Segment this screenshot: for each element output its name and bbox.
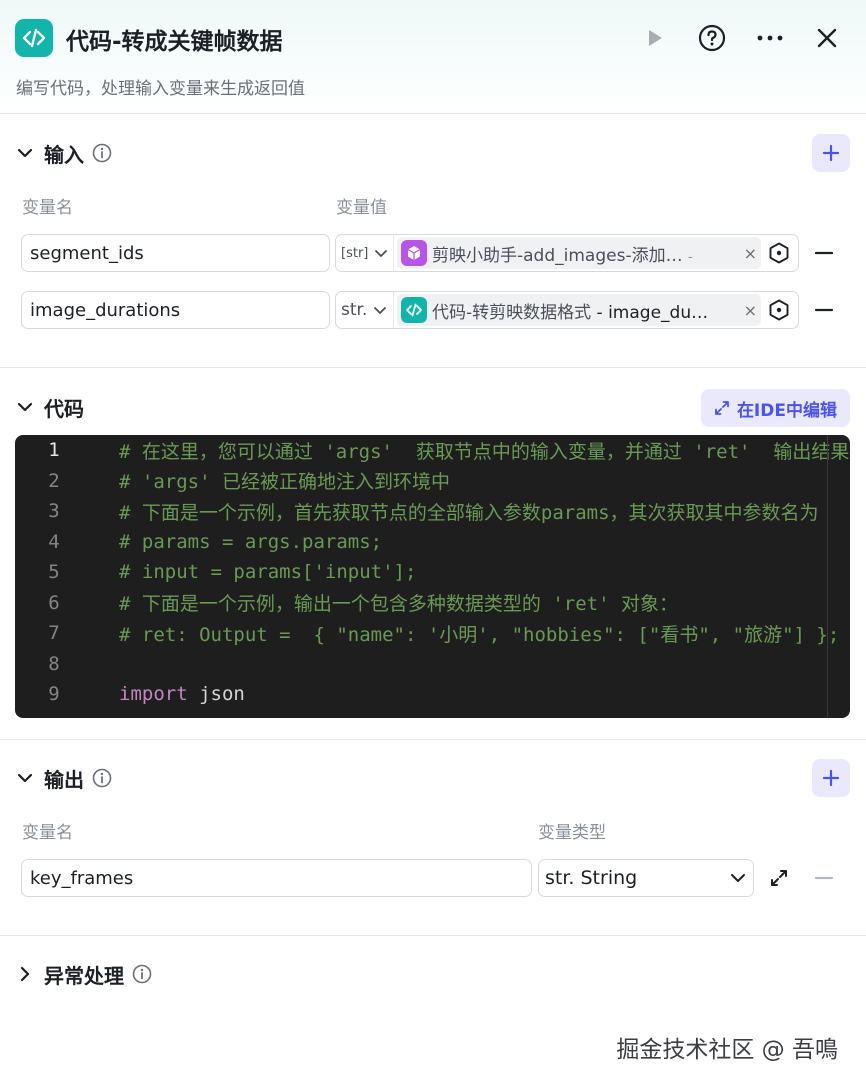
info-icon[interactable] [132,964,152,984]
ref-variable-name: - [687,249,693,265]
code-line: 1 # 在这里，您可以通过 'args' 获取节点中的输入变量，并通过 'ret'… [15,435,850,466]
code-section-title: 代码 [44,396,84,421]
error-handling-header[interactable]: 异常处理 [16,956,152,992]
chevron-right-icon[interactable] [16,965,34,983]
edit-in-ide-label: 在IDE中编辑 [736,400,837,421]
variable-name-input[interactable]: segment_ids [21,234,330,272]
col-label-type: 变量类型 [538,823,606,843]
run-icon[interactable] [638,21,672,55]
chevron-down-icon [729,869,747,887]
col-label-value: 变量值 [336,198,387,218]
col-label-name: 变量名 [22,198,73,218]
node-description[interactable]: 编写代码，处理输入变量来生成返回值 [16,74,305,99]
code-text: # ret: Output = { "name": '小明', "hobbies… [119,623,840,646]
chevron-down-icon [374,246,388,260]
watermark: 掘金技术社区 @ 吾鳴 [616,1037,838,1063]
chevron-down-icon [373,303,387,317]
ref-variable-name: - image_du… [596,302,709,323]
type-select[interactable]: str. [336,292,394,328]
code-text: json [187,683,245,706]
ref-node-name: 代码-转剪映数据格式 [432,302,592,323]
add-output-button[interactable] [812,759,850,797]
code-line: 2 # 'args' 已经被正确地注入到环境中 [15,466,850,497]
variable-setting-icon[interactable] [767,241,791,265]
variable-reference-tag[interactable]: 代码-转剪映数据格式 - image_du… × [397,294,761,326]
code-node-icon [15,19,53,57]
line-number: 4 [48,530,60,553]
output-section-title: 输出 [44,767,84,792]
chevron-down-icon[interactable] [16,398,34,416]
input-section-title: 输入 [44,142,84,167]
code-line: 5 # input = params['input']; [15,557,850,588]
line-number: 7 [48,622,60,645]
remove-output-button[interactable] [811,865,837,891]
line-number: 9 [48,683,60,706]
code-text: # 'args' 已经被正确地注入到环境中 [119,471,450,494]
line-number: 5 [48,561,60,584]
remove-reference-icon[interactable]: × [744,301,757,320]
variable-reference-tag[interactable]: 剪映小助手-add_images-添加… - × [397,237,761,269]
node-title[interactable]: 代码-转成关键帧数据 [66,22,283,56]
code-line: 3 # 下面是一个示例，首先获取节点的全部输入参数params，其次获取其中参数名… [15,496,850,527]
help-icon[interactable] [695,21,729,55]
code-text: # 下面是一个示例，首先获取节点的全部输入参数params，其次获取其中参数名为 [119,501,819,524]
info-icon[interactable] [92,768,112,788]
node-header: 代码-转成关键帧数据 编写代码，处理输入变量来生成返回值 [0,0,866,114]
code-text: # 下面是一个示例，输出一个包含多种数据类型的 'ret' 对象： [119,593,678,616]
code-text: # params = args.params; [119,530,383,553]
edit-in-ide-button[interactable]: 在IDE中编辑 [700,389,850,427]
code-node-icon [401,297,427,323]
line-number: 8 [48,652,60,675]
code-line: 7 # ret: Output = { "name": '小明', "hobbie… [15,618,850,649]
code-keyword: import [119,683,188,706]
line-number: 2 [48,469,60,492]
more-icon[interactable] [753,21,787,55]
col-label-name: 变量名 [22,823,73,843]
error-handling-title: 异常处理 [44,963,124,988]
code-line: 8 [15,649,850,680]
variable-name-input[interactable]: image_durations [21,291,330,329]
code-line: 4 # params = args.params; [15,527,850,558]
ref-node-name: 剪映小助手-add_images-添加… [432,245,683,266]
output-type-select[interactable]: str. String [538,859,754,897]
output-variable-name-input[interactable]: key_frames [21,859,532,897]
code-text: # 在这里，您可以通过 'args' 获取节点中的输入变量，并通过 'ret' … [119,440,850,463]
variable-value-field[interactable]: str. 代码-转剪映数据格式 - image_du… × [335,291,799,329]
input-section: 输入 变量名 变量值 segment_ids [str] 剪映小助手-add_i… [0,114,866,368]
code-section-header[interactable]: 代码 [16,389,84,425]
type-label: str. [341,300,368,320]
chevron-down-icon[interactable] [16,769,34,787]
expand-icon [715,401,729,415]
input-section-header[interactable]: 输入 [16,135,112,171]
expand-icon[interactable] [766,865,792,891]
output-section: 输出 变量名 变量类型 key_frames str. String [0,740,866,936]
editor-ruler [827,435,828,718]
variable-value-field[interactable]: [str] 剪映小助手-add_images-添加… - × [335,234,799,272]
output-type-label: str. String [545,867,638,889]
type-label: [str] [341,245,369,261]
code-editor[interactable]: 1 # 在这里，您可以通过 'args' 获取节点中的输入变量，并通过 'ret'… [15,435,850,718]
code-section: 代码 在IDE中编辑 1 # 在这里，您可以通过 'args' 获取节点中的输入变… [0,368,866,740]
variable-setting-icon[interactable] [767,298,791,322]
line-number: 3 [48,500,60,523]
chevron-down-icon[interactable] [16,144,34,162]
close-icon[interactable] [810,21,844,55]
output-section-header[interactable]: 输出 [16,760,112,796]
remove-input-button[interactable] [811,297,837,323]
remove-reference-icon[interactable]: × [744,244,757,263]
line-number: 1 [48,439,60,462]
code-line: 9 import json [15,679,850,710]
remove-input-button[interactable] [811,240,837,266]
code-line: 6 # 下面是一个示例，输出一个包含多种数据类型的 'ret' 对象： [15,588,850,619]
line-number: 6 [48,591,60,614]
add-input-button[interactable] [812,134,850,172]
type-select[interactable]: [str] [336,235,394,271]
info-icon[interactable] [92,143,112,163]
code-text: # input = params['input']; [119,561,417,584]
plugin-cube-icon [401,240,427,266]
